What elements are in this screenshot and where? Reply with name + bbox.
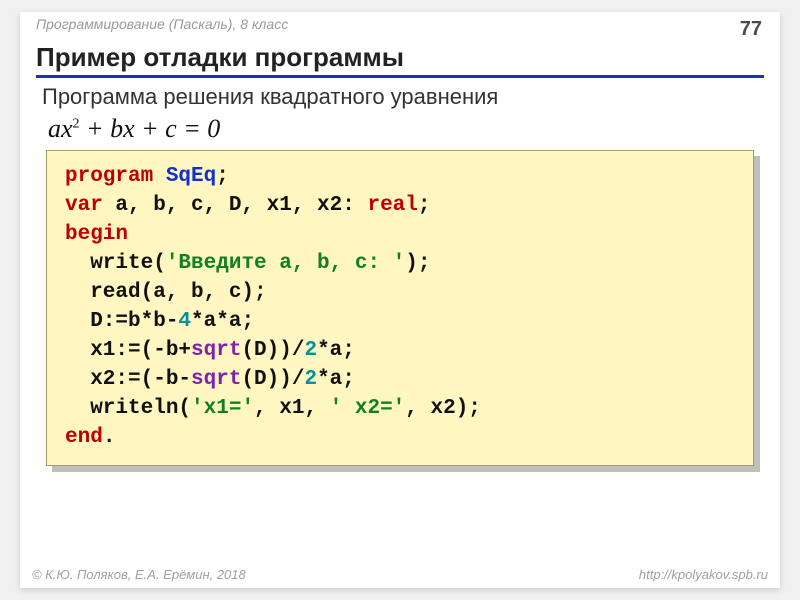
t: (D))/ xyxy=(241,368,304,391)
t: , x2); xyxy=(405,397,481,420)
kw-var: var xyxy=(65,194,103,217)
t: ; xyxy=(216,165,229,188)
t: x2:=(-b- xyxy=(65,368,191,391)
t: x1:=(-b+ xyxy=(65,339,191,362)
fn-sqrt: sqrt xyxy=(191,339,241,362)
page-number: 77 xyxy=(740,18,762,41)
t: ); xyxy=(405,252,430,275)
t: writeln( xyxy=(65,397,191,420)
course-label: Программирование (Паскаль), 8 класс xyxy=(36,16,288,32)
eq-rest: + bx + c = 0 xyxy=(80,114,221,143)
vars: a, b, c, D, x1, x2: xyxy=(103,194,368,217)
code-block: program SqEq; var a, b, c, D, x1, x2: re… xyxy=(46,150,754,466)
header: Программирование (Паскаль), 8 класс xyxy=(20,12,780,32)
t: . xyxy=(103,426,116,449)
str: 'x1=' xyxy=(191,397,254,420)
subtitle: Программа решения квадратного уравнения xyxy=(42,84,764,110)
kw-program: program xyxy=(65,165,166,188)
prog-name: SqEq xyxy=(166,165,216,188)
kw-real: real xyxy=(367,194,417,217)
footer: © К.Ю. Поляков, Е.А. Ерёмин, 2018 http:/… xyxy=(32,567,768,582)
t: *a*a; xyxy=(191,310,254,333)
slide-title: Пример отладки программы xyxy=(36,42,764,78)
t: write( xyxy=(65,252,166,275)
kw-end: end xyxy=(65,426,103,449)
eq-a: ax xyxy=(48,114,73,143)
eq-sup: 2 xyxy=(73,116,80,131)
str: 'Введите a, b, c: ' xyxy=(166,252,405,275)
num: 2 xyxy=(304,339,317,362)
kw-begin: begin xyxy=(65,223,128,246)
t: , x1, xyxy=(254,397,330,420)
t: read(a, b, c); xyxy=(65,281,267,304)
t: ; xyxy=(418,194,431,217)
fn-sqrt: sqrt xyxy=(191,368,241,391)
t: D:=b*b- xyxy=(65,310,178,333)
t: *a; xyxy=(317,368,355,391)
t: *a; xyxy=(317,339,355,362)
authors: © К.Ю. Поляков, Е.А. Ерёмин, 2018 xyxy=(32,567,246,582)
code-content: program SqEq; var a, b, c, D, x1, x2: re… xyxy=(46,150,754,466)
num: 4 xyxy=(178,310,191,333)
footer-url: http://kpolyakov.spb.ru xyxy=(639,567,768,582)
equation: ax2 + bx + c = 0 xyxy=(48,114,780,144)
slide: Программирование (Паскаль), 8 класс 77 П… xyxy=(20,12,780,588)
str: ' x2=' xyxy=(330,397,406,420)
t: (D))/ xyxy=(241,339,304,362)
num: 2 xyxy=(304,368,317,391)
